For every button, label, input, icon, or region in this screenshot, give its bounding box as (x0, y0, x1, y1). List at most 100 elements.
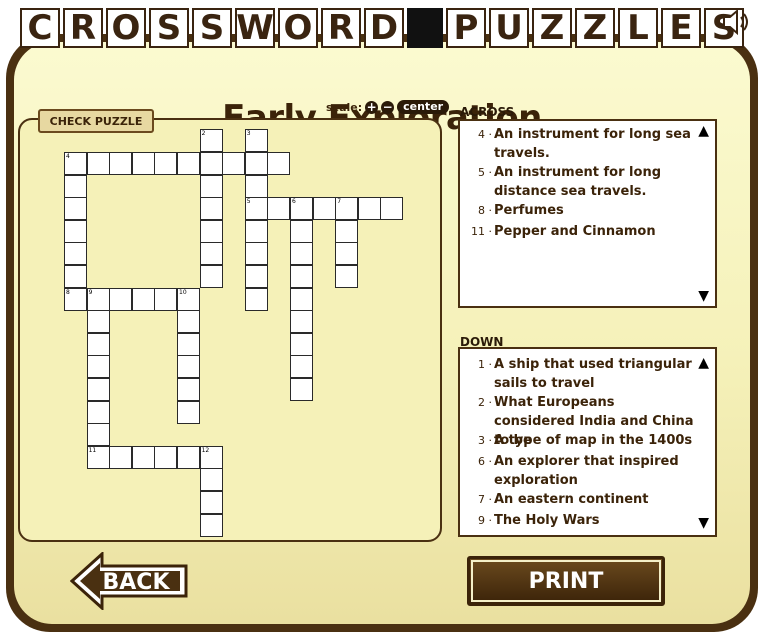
check-puzzle-button[interactable]: CHECK PUZZLE (38, 109, 154, 133)
scroll-down-icon[interactable]: ▼ (698, 515, 709, 531)
center-button[interactable]: center (397, 100, 450, 114)
clue-item[interactable]: 4 · An instrument for long sea travels. (468, 125, 692, 161)
crossword-cell[interactable] (86, 400, 110, 424)
crossword-cell[interactable] (199, 265, 223, 288)
crossword-cell[interactable] (199, 491, 223, 514)
back-button[interactable]: BACK (70, 552, 190, 610)
crossword-cell[interactable] (86, 332, 110, 356)
crossword-cell[interactable] (86, 423, 110, 447)
crossword-cell[interactable] (335, 242, 359, 266)
clue-item[interactable]: 11 · Pepper and Cinnamon (468, 222, 692, 241)
crossword-cell[interactable] (199, 468, 223, 492)
banner-letter-tile: W (235, 8, 275, 48)
crossword-cell[interactable] (131, 287, 155, 311)
clue-item[interactable]: 3 · A type of map in the 1400s (468, 431, 692, 450)
crossword-cell[interactable] (64, 174, 87, 198)
crossword-cell[interactable] (86, 378, 110, 401)
scroll-down-icon[interactable]: ▼ (698, 288, 709, 304)
crossword-cell[interactable] (199, 219, 223, 243)
clue-item[interactable]: 8 · Perfumes (468, 201, 692, 220)
crossword-cell[interactable] (267, 197, 291, 221)
clue-number: 7 · (478, 493, 492, 506)
crossword-cell[interactable] (357, 197, 381, 221)
crossword-cell[interactable] (290, 310, 313, 334)
crossword-cell[interactable] (177, 152, 200, 175)
clue-item[interactable]: 2 · What Europeans considered India and C… (468, 393, 694, 448)
crossword-cell[interactable] (109, 152, 133, 175)
banner-letter-tile: P (446, 8, 486, 48)
crossword-cell[interactable] (109, 287, 133, 311)
crossword-cell[interactable] (64, 197, 87, 221)
crossword-cell[interactable] (335, 219, 359, 243)
crossword-cell[interactable] (86, 152, 110, 175)
crossword-cell[interactable] (109, 445, 133, 469)
crossword-cell[interactable] (199, 152, 223, 175)
crossword-cell[interactable] (244, 152, 268, 175)
crossword-cell[interactable] (222, 152, 246, 175)
crossword-cell[interactable] (290, 287, 313, 311)
across-clue-list[interactable]: 4 · An instrument for long sea travels. 5 … (458, 119, 717, 308)
clue-number: 6 (292, 198, 296, 206)
scroll-up-icon[interactable]: ▲ (698, 355, 709, 371)
banner-spacer (407, 8, 443, 48)
crossword-cell[interactable] (290, 378, 313, 401)
crossword-cell[interactable] (154, 152, 178, 175)
crossword-cell[interactable] (199, 242, 223, 266)
crossword-cell[interactable] (177, 332, 200, 356)
crossword-cell[interactable] (199, 513, 223, 537)
banner-letter-tile: D (364, 8, 404, 48)
clue-number: 6 · (478, 455, 492, 468)
banner-letter-tile: U (489, 8, 529, 48)
scroll-up-icon[interactable]: ▲ (698, 123, 709, 139)
clue-item[interactable]: 7 · An eastern continent (468, 490, 692, 509)
clue-item[interactable]: 9 · The Holy Wars (468, 511, 692, 530)
crossword-cell[interactable] (177, 310, 200, 334)
crossword-cell[interactable] (177, 445, 200, 469)
crossword-cell[interactable] (244, 174, 268, 198)
crossword-cell[interactable] (177, 378, 200, 401)
zoom-in-icon[interactable]: + (365, 100, 379, 114)
clue-number: 1 · (478, 358, 492, 371)
crossword-cell[interactable] (312, 197, 336, 221)
clue-number: 10 (179, 288, 187, 296)
crossword-cell[interactable] (177, 400, 200, 424)
scale-label: scale: (326, 100, 363, 114)
crossword-cell[interactable] (290, 242, 313, 266)
crossword-cell[interactable] (244, 287, 268, 311)
crossword-cell[interactable] (154, 287, 178, 311)
crossword-cell[interactable] (86, 355, 110, 379)
crossword-cell[interactable] (290, 332, 313, 356)
crossword-cell[interactable] (290, 355, 313, 379)
print-button[interactable]: PRINT (467, 556, 665, 606)
crossword-cell[interactable] (131, 152, 155, 175)
crossword-cell[interactable] (244, 265, 268, 288)
clue-number: 3 (246, 130, 251, 138)
down-clue-list[interactable]: 1 · A ship that used triangular sails to … (458, 347, 717, 537)
speaker-icon[interactable] (722, 8, 752, 36)
crossword-cell[interactable] (64, 242, 87, 266)
crossword-cell[interactable] (267, 152, 291, 175)
crossword-cell[interactable] (290, 219, 313, 243)
crossword-cell[interactable] (244, 242, 268, 266)
scale-controls: scale: + − center (326, 100, 450, 114)
crossword-cell[interactable] (290, 265, 313, 288)
clue-item[interactable]: 1 · A ship that used triangular sails to … (468, 355, 692, 391)
crossword-cell[interactable] (244, 219, 268, 243)
zoom-out-icon[interactable]: − (381, 100, 395, 114)
banner-letter-tile: O (278, 8, 318, 48)
crossword-cell[interactable] (86, 310, 110, 334)
clue-item[interactable]: 5 · An instrument for long distance sea … (468, 163, 692, 199)
crossword-cell[interactable] (335, 265, 359, 288)
crossword-cell[interactable] (64, 265, 87, 288)
crossword-cell[interactable] (199, 197, 223, 221)
clue-text: A ship that used triangular sails to tra… (494, 357, 692, 391)
crossword-cell[interactable] (199, 174, 223, 198)
crossword-cell[interactable] (131, 445, 155, 469)
clue-item[interactable]: 6 · An explorer that inspired exploration (468, 452, 692, 488)
crossword-cell[interactable] (380, 197, 404, 221)
crossword-cell[interactable] (64, 219, 87, 243)
crossword-cell[interactable] (154, 445, 178, 469)
crossword-cell[interactable] (177, 355, 200, 379)
clue-number: 5 · (478, 166, 492, 179)
banner-letter-tile: C (20, 8, 60, 48)
